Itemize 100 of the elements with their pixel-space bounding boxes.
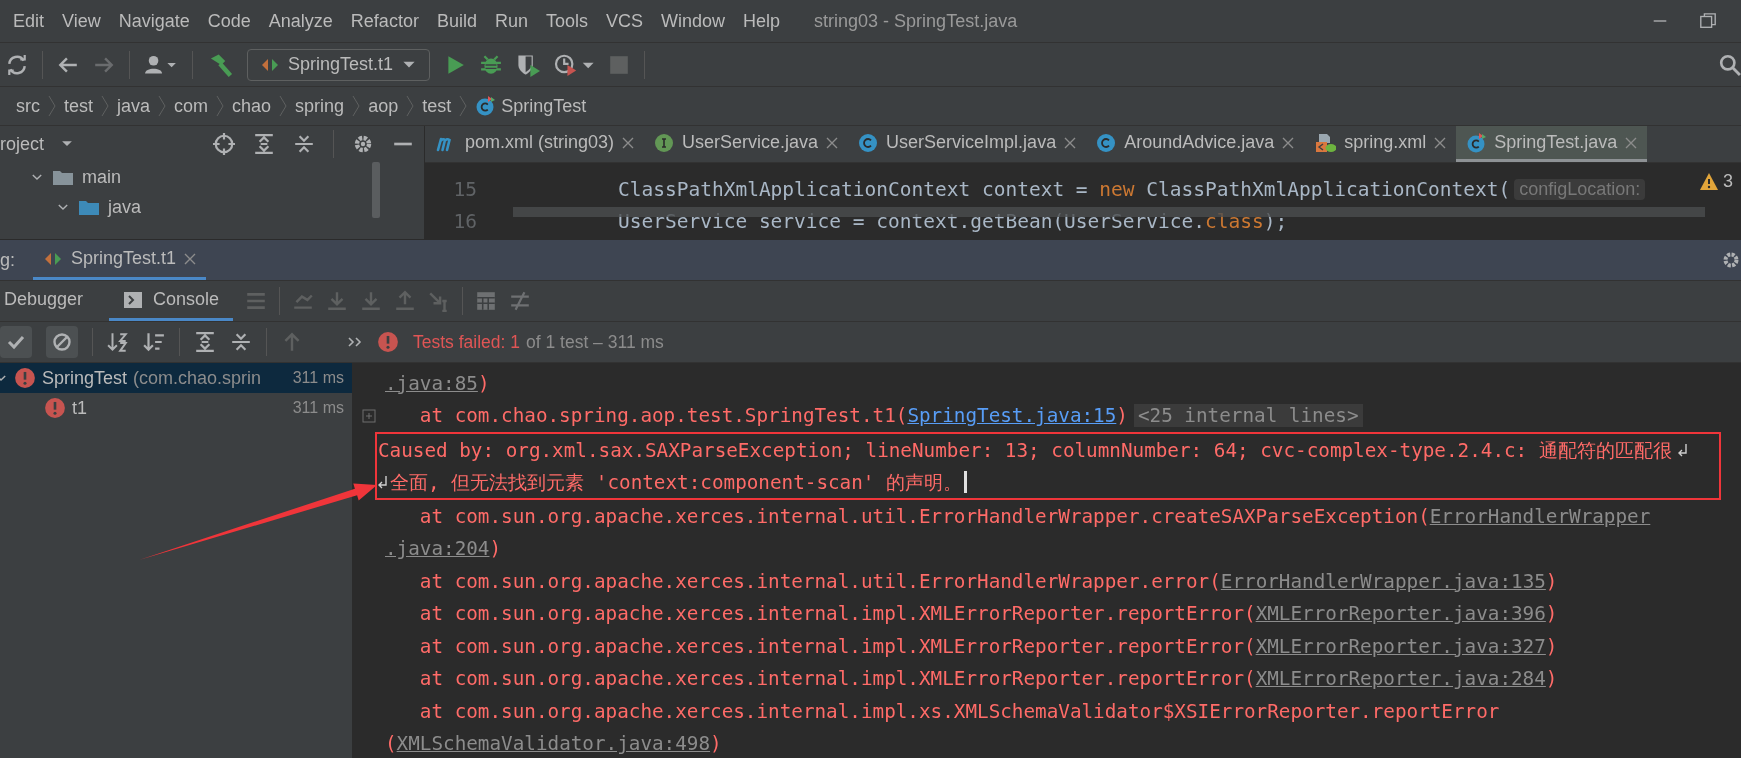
step-out-icon[interactable]	[394, 290, 417, 312]
coverage-icon[interactable]	[516, 52, 541, 77]
menu-item[interactable]: Edit	[4, 10, 54, 32]
breadcrumb[interactable]: test	[64, 95, 93, 117]
test-row[interactable]: t1 311 ms	[0, 393, 352, 423]
expand-icon[interactable]	[362, 408, 376, 423]
stack-link[interactable]: XMLErrorReporter.java:327	[1255, 634, 1546, 658]
scrollbar[interactable]	[372, 162, 380, 218]
step-into-icon[interactable]	[326, 290, 349, 312]
expand-all-icon[interactable]	[253, 133, 275, 155]
menu-item[interactable]: Navigate	[109, 10, 199, 32]
stack-link[interactable]: XMLErrorReporter.java:284	[1255, 667, 1546, 691]
menu-item[interactable]: Window	[652, 10, 735, 32]
close-icon[interactable]	[826, 136, 839, 149]
stack-link[interactable]: SpringTest.java:15	[907, 404, 1117, 428]
close-icon[interactable]	[622, 136, 635, 149]
breadcrumb[interactable]: SpringTest	[475, 95, 587, 117]
breadcrumb[interactable]: spring	[295, 95, 345, 117]
breadcrumb-separator-icon	[279, 95, 288, 117]
sync-icon[interactable]	[6, 53, 28, 76]
stack-link[interactable]: XMLSchemaValidator.java:498	[396, 732, 711, 756]
user-icon[interactable]	[144, 53, 178, 76]
console-text: )	[1545, 667, 1558, 691]
settings-icon[interactable]	[352, 133, 374, 155]
console-text: )	[489, 537, 502, 561]
more-icon[interactable]	[347, 335, 363, 349]
line-number: 16	[452, 209, 477, 233]
warning-count[interactable]: 3	[1699, 171, 1733, 192]
breadcrumb[interactable]: src	[16, 95, 40, 117]
console-text: at com.chao.spring.aop.test.SpringTest.t1(	[418, 404, 908, 428]
show-passed-button[interactable]	[0, 326, 32, 358]
test-row[interactable]: SpringTest (com.chao.sprin 311 ms	[0, 363, 352, 393]
calculator-icon[interactable]	[475, 290, 498, 312]
collapse-all-icon[interactable]	[230, 331, 252, 353]
editor-tab[interactable]: AroundAdvice.java	[1086, 126, 1305, 162]
debug-session-tab[interactable]: SpringTest.t1	[33, 240, 207, 280]
show-ignored-button[interactable]	[46, 326, 78, 358]
test-class-icon	[475, 96, 496, 116]
menu-item[interactable]: Build	[427, 10, 486, 32]
collapse-all-icon[interactable]	[293, 133, 315, 155]
window-title: string03 - SpringTest.java	[814, 10, 1019, 32]
tool-tab[interactable]: Debugger	[0, 281, 98, 321]
expand-all-icon[interactable]	[194, 331, 216, 353]
close-icon[interactable]	[1625, 136, 1638, 149]
editor-tab[interactable]: pom.xml (string03)	[425, 126, 645, 162]
stack-link[interactable]: .java:204	[385, 537, 490, 561]
editor-tab[interactable]: UserServiceImpl.java	[848, 126, 1087, 162]
console-text: )	[710, 732, 722, 756]
tool-window-label: g:	[0, 249, 15, 271]
project-pane-title[interactable]: roject	[0, 133, 44, 155]
stack-link[interactable]: .java:85	[385, 371, 478, 395]
close-icon[interactable]	[1064, 136, 1077, 149]
restore-icon[interactable]	[1699, 12, 1717, 30]
stop-icon[interactable]	[608, 53, 631, 76]
breadcrumb[interactable]: aop	[368, 95, 399, 117]
stack-link[interactable]: ErrorHandlerWrapper.java:135	[1220, 569, 1546, 593]
breadcrumb[interactable]: chao	[232, 95, 272, 117]
test-class-icon	[1466, 132, 1487, 153]
stack-link[interactable]: ErrorHandlerWrapper	[1429, 504, 1651, 528]
editor-tab[interactable]: UserService.java	[644, 126, 849, 162]
sort-duration-icon[interactable]	[143, 331, 165, 353]
editor-tab[interactable]: SpringTest.java	[1456, 126, 1648, 162]
menu-item[interactable]: Code	[198, 10, 260, 32]
breadcrumb[interactable]: java	[117, 95, 151, 117]
menu-item[interactable]: Help	[734, 10, 790, 32]
breadcrumb-separator-icon	[101, 95, 109, 117]
menu-item[interactable]: View	[53, 10, 110, 32]
menu-item[interactable]: Tools	[536, 10, 597, 32]
profiler-icon[interactable]	[554, 52, 595, 77]
menu-item[interactable]: VCS	[597, 10, 652, 32]
breadcrumb[interactable]: com	[174, 95, 209, 117]
settings-icon[interactable]	[1721, 250, 1741, 270]
menu-item[interactable]: Refactor	[341, 10, 428, 32]
menu-item[interactable]: Run	[485, 10, 537, 32]
folded-lines[interactable]: <25 internal lines>	[1133, 404, 1363, 428]
tool-tab[interactable]: Console	[109, 281, 234, 321]
tests-failed-label: Tests failed: 1	[413, 331, 520, 353]
breadcrumb-separator-icon	[406, 95, 415, 117]
test-summary: of 1 test – 311 ms	[526, 331, 664, 353]
locate-icon[interactable]	[213, 133, 235, 155]
close-icon[interactable]	[1282, 136, 1295, 149]
close-icon[interactable]	[184, 252, 197, 265]
menu-item[interactable]: Analyze	[259, 10, 342, 32]
force-step-into-icon[interactable]	[360, 290, 383, 312]
folder-icon	[78, 198, 100, 216]
debug-icon[interactable]	[480, 53, 503, 76]
tree-item[interactable]: main	[82, 166, 121, 188]
close-icon[interactable]	[1434, 136, 1447, 149]
menu-icon[interactable]	[245, 290, 268, 312]
console-text: at com.sun.org.apache.xerces.internal.impl.xs.XMLSchemaValidator$XSIErrorReporter.reportError	[418, 699, 1500, 723]
trace-icon[interactable]	[509, 290, 532, 312]
run-configuration-dropdown[interactable]: SpringTest.t1	[247, 48, 431, 81]
search-icon[interactable]	[1719, 53, 1741, 76]
editor-tab[interactable]: spring.xml	[1304, 126, 1457, 162]
stack-link[interactable]: XMLErrorReporter.java:396	[1255, 602, 1546, 626]
sort-alpha-icon[interactable]	[107, 331, 129, 353]
console-text: )	[1545, 569, 1558, 593]
console-text: )	[1545, 602, 1558, 626]
tree-item[interactable]: java	[108, 196, 142, 218]
breadcrumb[interactable]: test	[422, 95, 452, 117]
